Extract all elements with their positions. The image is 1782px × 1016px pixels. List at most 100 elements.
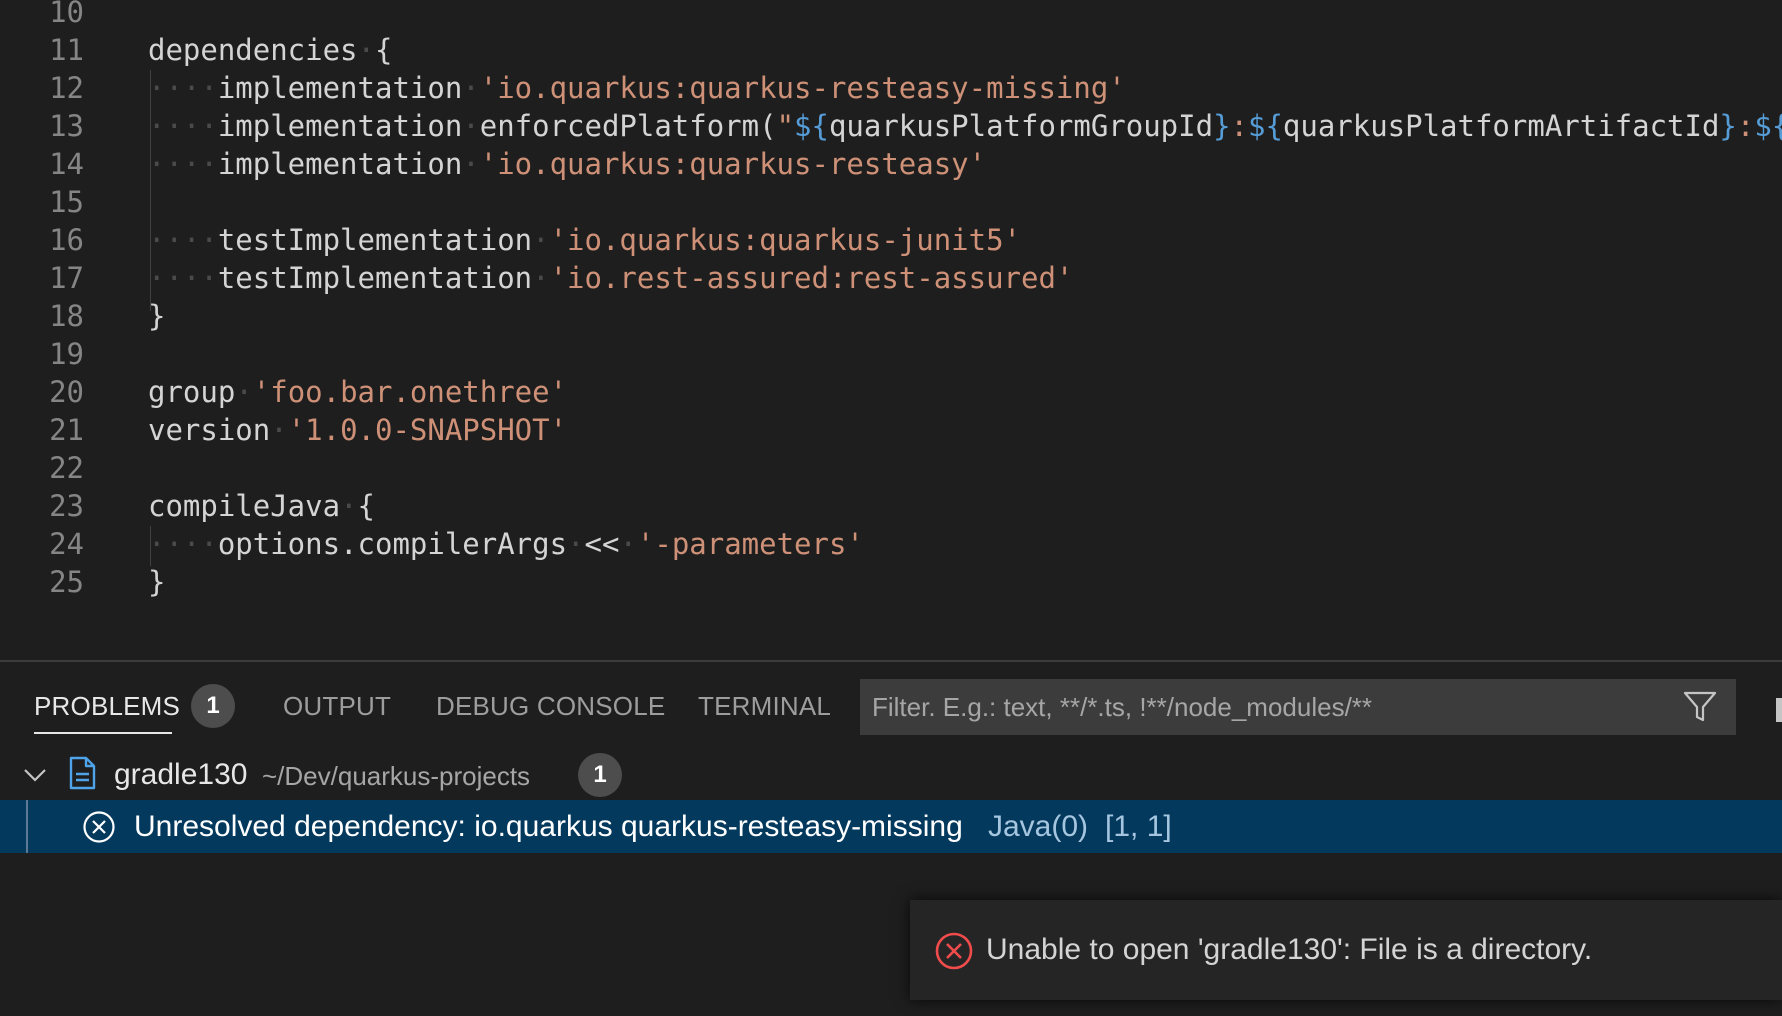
problems-filter xyxy=(860,679,1736,735)
code-token: 'foo.bar.onethree' xyxy=(252,375,568,409)
whitespace-marker: · xyxy=(270,413,288,447)
line-number: 19 xyxy=(49,337,84,371)
line-content: version·'1.0.0-SNAPSHOT' xyxy=(148,411,567,449)
code-token: { xyxy=(357,489,375,523)
code-token: ${ xyxy=(794,109,829,143)
line-content: group·'foo.bar.onethree' xyxy=(148,373,567,411)
code-token: " xyxy=(776,109,795,143)
code-token: quarkusPlatformArtifactId xyxy=(1282,109,1720,143)
code-line[interactable]: 23 compileJava·{ xyxy=(0,487,1782,525)
line-number: 22 xyxy=(49,451,84,485)
code-token: testImplementation xyxy=(217,223,533,257)
line-number: 12 xyxy=(49,71,84,105)
whitespace-marker: · xyxy=(567,527,585,561)
notification-toast[interactable]: Unable to open 'gradle130': File is a di… xyxy=(910,900,1782,1000)
code-token: implementation xyxy=(217,109,463,143)
code-token: '-parameters' xyxy=(636,527,864,561)
line-content: } xyxy=(148,297,165,335)
code-line[interactable]: 22 xyxy=(0,449,1782,487)
line-content: ····implementation·'io.quarkus:quarkus-r… xyxy=(148,145,986,183)
code-line[interactable]: 16 ····testImplementation·'io.quarkus:qua… xyxy=(0,221,1782,259)
error-icon xyxy=(935,932,973,970)
whitespace-marker: · xyxy=(619,527,637,561)
code-line[interactable]: 17 ····testImplementation·'io.rest-assure… xyxy=(0,259,1782,297)
file-icon xyxy=(69,756,96,790)
line-number: 17 xyxy=(49,261,84,295)
line-content: ····testImplementation·'io.quarkus:quark… xyxy=(148,221,1021,259)
code-token: compileJava xyxy=(148,489,341,523)
whitespace-marker: · xyxy=(462,71,480,105)
whitespace-marker: · xyxy=(340,489,358,523)
file-group-count-badge: 1 xyxy=(578,753,622,797)
problem-source: Java(0) xyxy=(988,810,1089,843)
line-number: 23 xyxy=(49,489,84,523)
tab-terminal[interactable]: TERMINAL xyxy=(698,684,831,728)
line-content: ····testImplementation·'io.rest-assured:… xyxy=(148,259,1073,297)
panel-more-actions-icon[interactable] xyxy=(1776,698,1782,722)
line-number: 11 xyxy=(49,33,84,67)
tab-output-label: OUTPUT xyxy=(283,691,392,721)
code-token: enforcedPlatform( xyxy=(479,109,777,143)
line-number: 14 xyxy=(49,147,84,181)
line-content: } xyxy=(148,563,165,601)
code-line[interactable]: 18} xyxy=(0,297,1782,335)
line-content: ····implementation·'io.quarkus:quarkus-r… xyxy=(148,69,1126,107)
chevron-down-icon[interactable] xyxy=(22,762,48,788)
code-token: << xyxy=(584,527,620,561)
code-line[interactable]: 14 ····implementation·'io.quarkus:quarkus… xyxy=(0,145,1782,183)
tab-problems-label: PROBLEMS xyxy=(34,691,181,721)
whitespace-marker: · xyxy=(532,223,550,257)
file-group-path: ~/Dev/quarkus-projects xyxy=(262,761,531,791)
active-tab-indicator xyxy=(34,732,172,734)
code-token: quarkusPlatformGroupId xyxy=(828,109,1214,143)
code-line[interactable]: 25} xyxy=(0,563,1782,601)
line-number: 15 xyxy=(49,185,84,219)
whitespace-marker: ···· xyxy=(148,261,218,295)
code-token: ${ xyxy=(1248,109,1283,143)
code-line[interactable]: 21 version·'1.0.0-SNAPSHOT' xyxy=(0,411,1782,449)
line-content: dependencies·{ xyxy=(148,31,392,69)
line-number: 10 xyxy=(49,0,84,29)
tab-output[interactable]: OUTPUT xyxy=(283,684,391,728)
tab-problems[interactable]: PROBLEMS xyxy=(34,684,180,728)
tab-debug-console[interactable]: DEBUG CONSOLE xyxy=(436,684,665,728)
code-token: '1.0.0-SNAPSHOT' xyxy=(287,413,568,447)
problem-location: [1, 1] xyxy=(1105,810,1172,843)
notification-message: Unable to open 'gradle130': File is a di… xyxy=(986,933,1593,966)
code-token: } xyxy=(1213,109,1231,143)
code-editor[interactable]: 10 11 dependencies·{12 ····implementation·'… xyxy=(0,0,1782,660)
code-line[interactable]: 19 xyxy=(0,335,1782,373)
error-icon xyxy=(83,811,115,843)
whitespace-marker: · xyxy=(532,261,550,295)
code-token: 'io.quarkus:quarkus-junit5' xyxy=(549,223,1021,257)
code-token: ${ xyxy=(1754,109,1782,143)
code-token: { xyxy=(374,33,393,67)
code-line[interactable]: 12 ····implementation·'io.quarkus:quarkus… xyxy=(0,69,1782,107)
code-line[interactable]: 11 dependencies·{ xyxy=(0,31,1782,69)
line-number: 20 xyxy=(49,375,84,409)
problem-item[interactable]: Unresolved dependency: io.quarkus quarku… xyxy=(0,800,1782,853)
code-line[interactable]: 10 xyxy=(0,0,1782,31)
code-token: options.compilerArgs xyxy=(217,527,568,561)
filter-input[interactable] xyxy=(872,679,1652,735)
code-token: 'io.quarkus:quarkus-resteasy' xyxy=(479,147,987,181)
code-token: version xyxy=(148,413,271,447)
code-token: } xyxy=(148,299,166,333)
code-line[interactable]: 20 group·'foo.bar.onethree' xyxy=(0,373,1782,411)
tree-indent-guide xyxy=(26,800,28,853)
code-line[interactable]: 13 ····implementation·enforcedPlatform("$… xyxy=(0,107,1782,145)
line-number: 21 xyxy=(49,413,84,447)
code-line[interactable]: 24 ····options.compilerArgs·<<·'-paramete… xyxy=(0,525,1782,563)
filter-icon[interactable] xyxy=(1682,689,1718,725)
code-token: testImplementation xyxy=(217,261,533,295)
code-line[interactable]: 15 xyxy=(0,183,1782,221)
code-token: } xyxy=(1719,109,1737,143)
line-number: 25 xyxy=(49,565,84,599)
code-token: dependencies xyxy=(148,33,358,67)
whitespace-marker: · xyxy=(462,147,480,181)
tab-terminal-label: TERMINAL xyxy=(698,691,832,721)
line-number: 18 xyxy=(49,299,84,333)
problems-file-group[interactable]: gradle130 ~/Dev/quarkus-projects 1 xyxy=(0,750,1782,800)
file-group-name: gradle130 xyxy=(114,758,248,791)
whitespace-marker: ···· xyxy=(148,527,218,561)
